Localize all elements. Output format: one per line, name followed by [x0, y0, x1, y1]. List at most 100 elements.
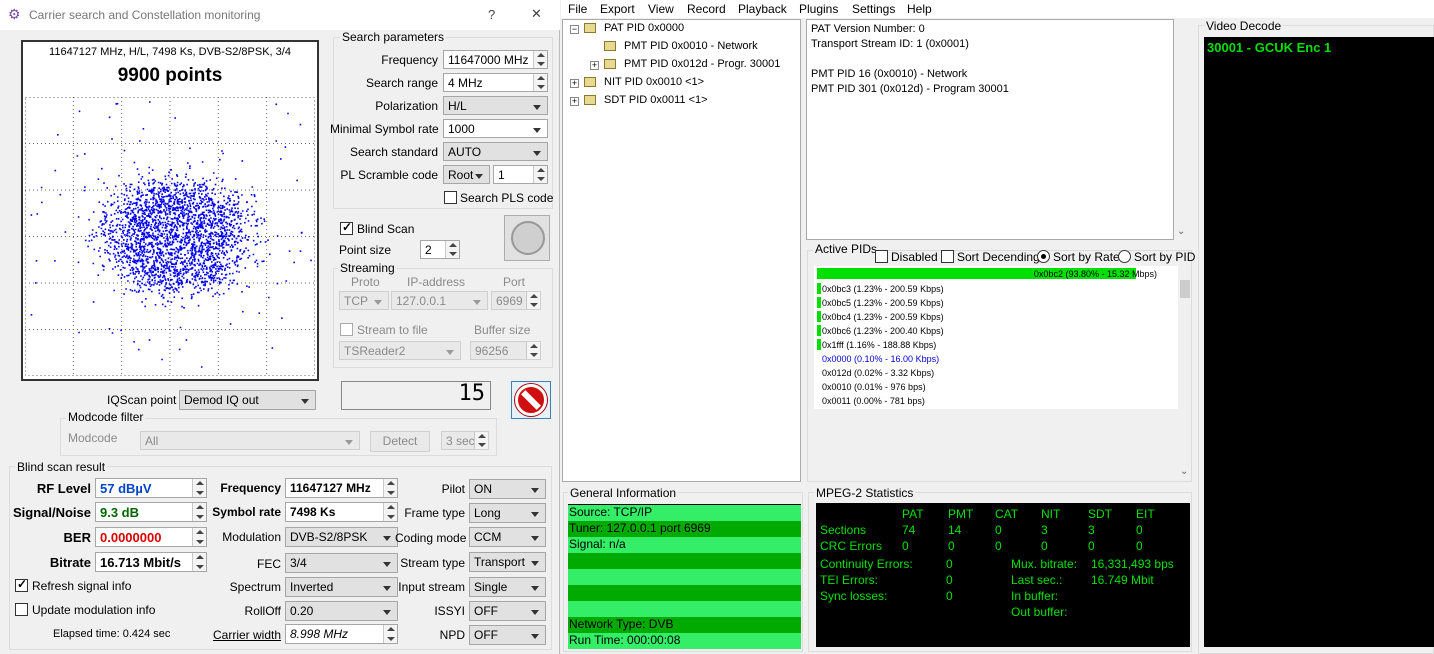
iq-scan-select[interactable]: Demod IQ out	[179, 390, 316, 410]
nit-icon	[584, 77, 596, 87]
proto-select[interactable]: TCP	[339, 291, 389, 310]
buffer-size-spinner[interactable]	[526, 342, 540, 359]
search-pls-checkbox[interactable]	[444, 191, 457, 204]
pid-list-item[interactable]: 0x012d (0.02% - 3.32 Kbps)	[822, 368, 934, 378]
crc-label: CRC Errors	[820, 539, 882, 553]
spectrum-select[interactable]: Inverted	[285, 577, 398, 597]
pls-code-input[interactable]: 1	[493, 165, 548, 184]
coding-mode-select[interactable]: CCM	[469, 527, 546, 547]
point-size-spinner[interactable]	[445, 241, 459, 258]
pid-list-item[interactable]: 0x0bc5 (1.23% - 200.59 Kbps)	[822, 298, 944, 308]
tree-expand-pmt-program[interactable]: +	[590, 61, 599, 70]
pmt-icon	[604, 59, 616, 69]
scan-button[interactable]	[504, 215, 550, 261]
tree-item-sdt[interactable]: SDT PID 0x0011 <1>	[604, 94, 708, 106]
pid-tree[interactable]	[562, 19, 801, 482]
detect-seconds-input[interactable]: 3 sec	[441, 431, 489, 450]
stream-type-select[interactable]: Transport	[469, 552, 546, 572]
search-range-spinner[interactable]	[533, 74, 547, 91]
search-range-input[interactable]: 4 MHz	[443, 73, 548, 92]
sort-pid-radio[interactable]	[1118, 250, 1131, 263]
stream-to-file-checkbox[interactable]	[340, 323, 353, 336]
npd-select[interactable]: OFF	[469, 625, 546, 645]
frame-type-label: Frame type	[404, 506, 465, 520]
menu-record[interactable]: Record	[687, 2, 726, 16]
snr-field: 9.3 dB	[95, 502, 207, 522]
carrier-width-field: 8.998 MHz	[285, 624, 398, 644]
stream-file-select[interactable]: TSReader2	[339, 341, 461, 360]
frequency-label: Frequency	[381, 53, 438, 67]
issyi-select[interactable]: OFF	[469, 601, 546, 621]
modulation-select[interactable]: DVB-S2/8PSK	[285, 527, 398, 547]
blind-scan-checkbox[interactable]	[340, 220, 353, 235]
pid-list-item[interactable]: 0x0010 (0.01% - 976 bps)	[822, 382, 926, 392]
sort-desc-checkbox[interactable]	[941, 250, 954, 263]
frequency-input[interactable]: 11647000 MHz	[443, 50, 548, 69]
menu-export[interactable]: Export	[600, 2, 635, 16]
tree-expand-pat[interactable]: −	[570, 25, 579, 34]
crc-value: 0	[948, 539, 955, 553]
ber-value: 0.0000000	[100, 530, 162, 545]
pid-list-item[interactable]: 0x0bc4 (1.23% - 200.59 Kbps)	[822, 312, 944, 322]
menu-settings[interactable]: Settings	[852, 2, 895, 16]
polarization-select[interactable]: H/L	[443, 96, 548, 115]
port-spinner[interactable]	[526, 292, 540, 309]
search-standard-select[interactable]: AUTO	[443, 142, 548, 161]
menu-plugins[interactable]: Plugins	[799, 2, 838, 16]
input-stream-label: Input stream	[398, 580, 465, 594]
pilot-select[interactable]: ON	[469, 479, 546, 499]
pid-list-item[interactable]: 0x1fff (1.16% - 188.88 Kbps)	[822, 340, 936, 350]
pid-list-scrollbar[interactable]	[1180, 280, 1190, 298]
sort-desc-label: Sort Decending	[957, 250, 1040, 264]
disabled-checkbox[interactable]	[875, 250, 888, 263]
input-stream-select[interactable]: Single	[469, 577, 546, 597]
pid-list-item[interactable]: 0x0bc3 (1.23% - 200.59 Kbps)	[822, 284, 944, 294]
pid-list-item[interactable]: 0x0000 (0.10% - 16.00 Kbps)	[822, 354, 939, 364]
tree-expand-sdt[interactable]: +	[570, 97, 579, 106]
general-info-row: Tuner: 127.0.0.1 port 6969	[568, 521, 801, 537]
refresh-signal-checkbox[interactable]	[15, 577, 28, 592]
rolloff-select[interactable]: 0.20	[285, 601, 398, 621]
scroll-down-icon[interactable]: ⌄	[1177, 226, 1185, 237]
help-button[interactable]: ?	[488, 7, 495, 22]
fec-select[interactable]: 3/4	[285, 553, 398, 573]
ip-select[interactable]: 127.0.0.1	[391, 291, 488, 310]
frame-type-select[interactable]: Long	[469, 503, 546, 523]
detect-seconds-spinner[interactable]	[474, 432, 488, 449]
modcode-select[interactable]: All	[140, 431, 360, 450]
tree-item-pmt-program[interactable]: PMT PID 0x012d - Progr. 30001	[624, 58, 780, 70]
scroll-down-icon[interactable]: ⌄	[1180, 466, 1188, 477]
menu-file[interactable]: File	[568, 2, 587, 16]
sort-rate-radio[interactable]	[1037, 250, 1050, 263]
crc-value: 0	[1088, 539, 1095, 553]
pls-mode-select[interactable]: Root	[443, 165, 490, 184]
pid-list-item[interactable]: 0x0011 (0.00% - 781 bps)	[822, 396, 925, 406]
search-range-value: 4 MHz	[448, 76, 483, 90]
tree-expand-nit[interactable]: +	[570, 79, 579, 88]
menu-playback[interactable]: Playback	[738, 2, 787, 16]
pid-rate-bar	[817, 325, 821, 336]
carrier-width-value: 8.998 MHz	[290, 627, 349, 641]
stop-button[interactable]	[511, 381, 551, 419]
buffer-size-input[interactable]: 96256	[470, 341, 541, 360]
spectrum-label: Spectrum	[229, 580, 281, 594]
satellite-dish-icon	[511, 221, 545, 255]
tree-item-pat[interactable]: PAT PID 0x0000	[604, 22, 684, 34]
update-modulation-checkbox[interactable]	[15, 603, 28, 616]
pid-top-label: 0x0bc2 (93.80% - 15.32 Mbps)	[1033, 269, 1157, 279]
menu-view[interactable]: View	[648, 2, 674, 16]
detect-button[interactable]: Detect	[370, 431, 430, 452]
iq-scan-label: IQScan point	[107, 393, 177, 407]
min-symbol-rate-select[interactable]: 1000	[443, 119, 548, 138]
frequency-spinner[interactable]	[533, 51, 547, 68]
mpeg-col-header: EIT	[1136, 507, 1155, 521]
menu-help[interactable]: Help	[907, 2, 932, 16]
point-size-value: 2	[425, 243, 432, 257]
point-size-input[interactable]: 2	[420, 240, 460, 259]
tree-item-nit[interactable]: NIT PID 0x0010 <1>	[604, 76, 704, 88]
tree-item-pmt-network[interactable]: PMT PID 0x0010 - Network	[624, 40, 758, 52]
pls-code-spinner[interactable]	[533, 166, 547, 183]
pid-list-item[interactable]: 0x0bc6 (1.23% - 200.40 Kbps)	[822, 326, 944, 336]
port-input[interactable]: 6969	[491, 291, 541, 310]
close-icon[interactable]: ✕	[531, 6, 542, 22]
